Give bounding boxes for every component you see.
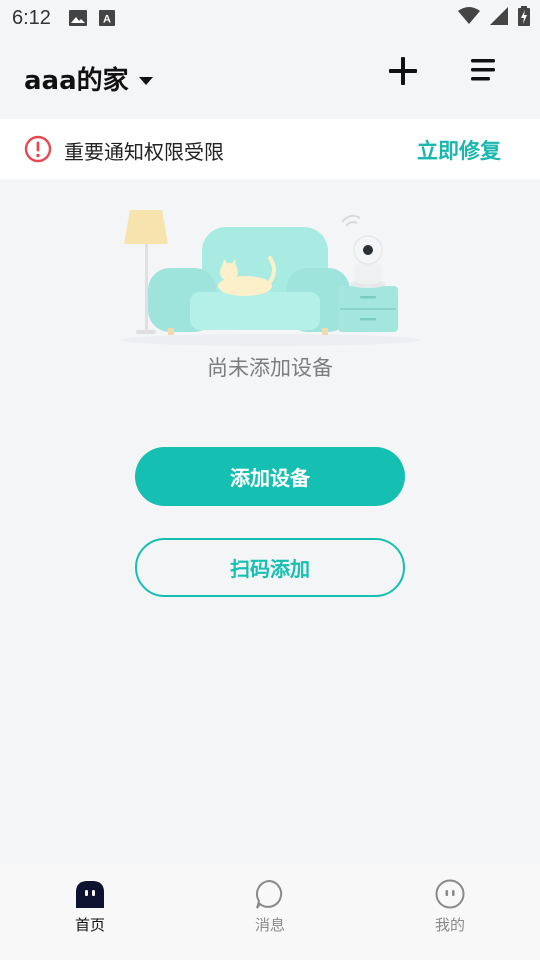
status-bar: 6:12 A — [0, 0, 540, 36]
caret-down-icon — [138, 76, 153, 85]
menu-icon[interactable] — [466, 54, 500, 88]
image-icon — [68, 10, 87, 26]
status-time: 6:12 — [12, 6, 51, 29]
add-device-plus-button[interactable] — [386, 54, 420, 88]
nav-label-messages: 消息 — [254, 916, 285, 934]
add-device-button[interactable]: 添加设备 — [135, 447, 405, 506]
nav-item-profile[interactable]: 我的 — [360, 864, 540, 960]
alert-circle-icon — [24, 135, 52, 163]
home-selector[interactable]: aaa的家 — [24, 60, 153, 97]
nav-item-messages[interactable]: 消息 — [180, 864, 360, 960]
header: aaa的家 — [0, 36, 540, 118]
home-icon — [76, 881, 104, 908]
home-name: aaa的家 — [24, 66, 129, 96]
nav-label-profile: 我的 — [434, 916, 465, 934]
empty-room-illustration — [120, 210, 420, 346]
signal-icon — [490, 7, 508, 25]
text-a-icon: A — [98, 10, 115, 26]
message-icon — [255, 879, 283, 909]
scan-add-button[interactable]: 扫码添加 — [135, 538, 405, 597]
battery-charging-icon — [518, 6, 530, 26]
wifi-icon — [458, 7, 480, 24]
nav-item-home[interactable]: 首页 — [0, 864, 180, 960]
notice-message: 重要通知权限受限 — [64, 140, 224, 164]
empty-state-text: 尚未添加设备 — [207, 356, 333, 380]
profile-icon — [435, 879, 465, 909]
svg-text:A: A — [103, 14, 111, 26]
bottom-nav: 首页 消息 我的 — [0, 864, 540, 960]
fix-now-link[interactable]: 立即修复 — [417, 135, 501, 165]
permission-notice-bar: 重要通知权限受限 立即修复 — [0, 119, 540, 179]
nav-label-home: 首页 — [74, 916, 105, 934]
